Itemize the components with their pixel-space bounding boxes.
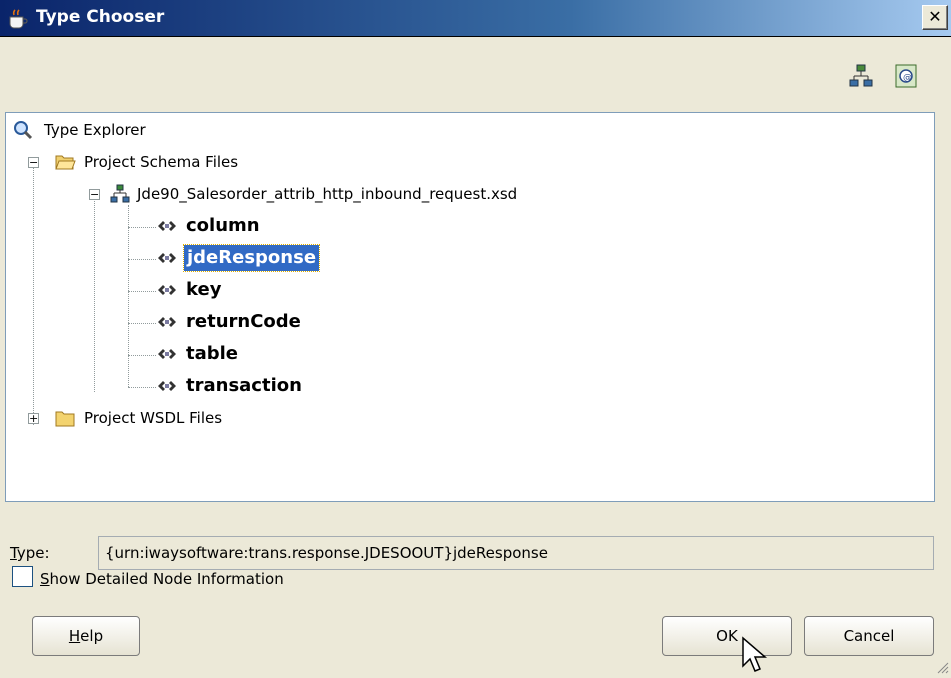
tree-item-label: key: [186, 279, 222, 300]
collapse-toggle[interactable]: −: [28, 157, 39, 168]
close-icon: ✕: [928, 7, 942, 26]
type-explorer-tree[interactable]: Type Explorer − Project Schema Files − J…: [5, 112, 935, 502]
show-detailed-node-label: Show Detailed Node Information: [40, 570, 284, 588]
element-icon: [158, 253, 176, 263]
tree-guide-line: [128, 291, 156, 292]
tree-guide-line: [94, 197, 95, 392]
tree-guide-line: [33, 163, 34, 425]
tree-item-label: jdeResponse: [182, 244, 321, 272]
ok-button[interactable]: OK: [662, 616, 792, 656]
cancel-button[interactable]: Cancel: [804, 616, 934, 656]
expand-toggle[interactable]: +: [28, 413, 39, 424]
element-icon: [158, 317, 176, 327]
tree-item-label: Type Explorer: [44, 121, 146, 139]
web-service-icon[interactable]: @: [893, 62, 921, 90]
help-button[interactable]: Help: [32, 616, 140, 656]
element-icon: [158, 349, 176, 359]
tree-guide-line: [128, 323, 156, 324]
element-icon: [158, 221, 176, 231]
tree-guide-line: [128, 355, 156, 356]
element-icon: [158, 381, 176, 391]
svg-text:@: @: [903, 73, 912, 83]
tree-item-label: transaction: [186, 375, 302, 396]
type-field[interactable]: {urn:iwaysoftware:trans.response.JDESOOU…: [98, 536, 934, 570]
show-detailed-node-checkbox[interactable]: [12, 566, 33, 587]
type-label: Type:: [10, 544, 50, 562]
type-value: {urn:iwaysoftware:trans.response.JDESOOU…: [105, 544, 548, 562]
collapse-toggle[interactable]: −: [89, 189, 100, 200]
tree-guide-line: [128, 205, 129, 387]
resize-grip-icon[interactable]: [935, 660, 949, 674]
magnifier-icon: [14, 121, 33, 140]
open-folder-icon: [55, 155, 76, 170]
tree-guide-line: [128, 259, 156, 260]
tree-item-label: Jde90_Salesorder_attrib_http_inbound_req…: [137, 185, 518, 203]
tree-item-label: Project Schema Files: [84, 153, 239, 171]
tree-item-label: table: [186, 343, 239, 364]
tree-guide-line: [128, 227, 156, 228]
tree-item-label: column: [186, 215, 260, 236]
tree-item-label: returnCode: [186, 311, 301, 332]
element-icon: [158, 285, 176, 295]
mouse-cursor-icon: [742, 636, 768, 672]
schema-icon: [110, 184, 130, 203]
app-cup-icon: [9, 9, 28, 29]
folder-icon: [55, 411, 75, 427]
title-bar: Type Chooser ✕: [0, 0, 951, 37]
window-title: Type Chooser: [36, 7, 165, 27]
hierarchy-icon[interactable]: [847, 62, 875, 90]
tree-guide-line: [128, 387, 156, 388]
tree-item-label: Project WSDL Files: [84, 409, 223, 427]
close-button[interactable]: ✕: [922, 5, 948, 30]
